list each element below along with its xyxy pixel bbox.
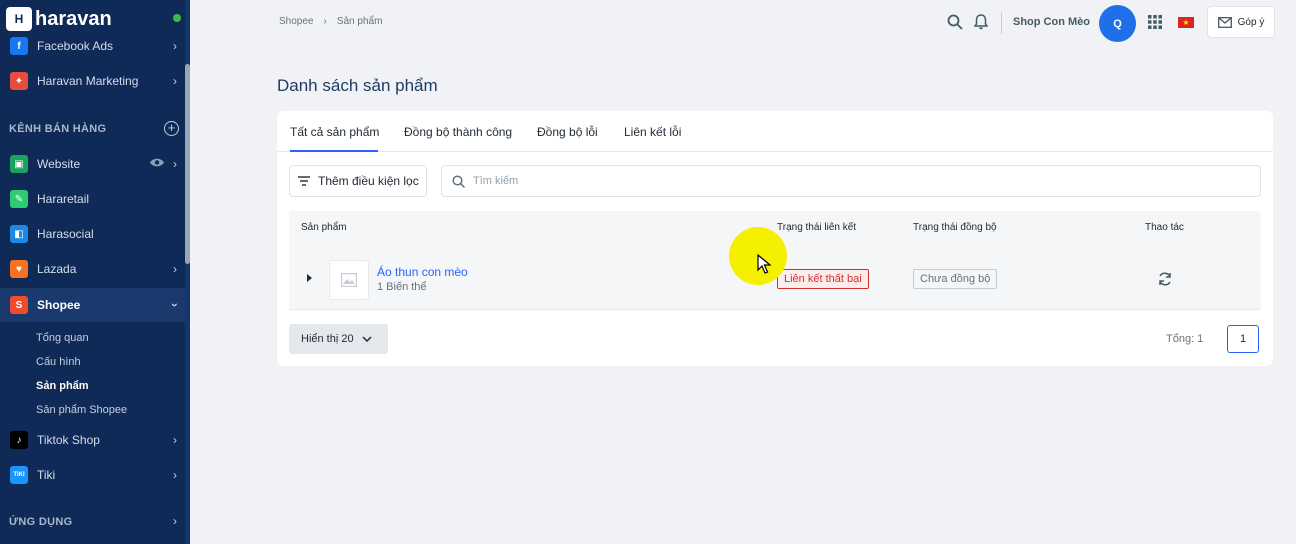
sync-status-badge: Chưa đồng bộ bbox=[913, 269, 998, 289]
search-input[interactable]: Tìm kiếm bbox=[441, 165, 1261, 197]
chevron-right-icon: › bbox=[173, 39, 177, 53]
hararetail-icon: ✎ bbox=[10, 190, 28, 208]
chevron-right-icon[interactable]: › bbox=[173, 514, 177, 528]
feedback-label: Góp ý bbox=[1237, 16, 1265, 28]
breadcrumb-current: Sản phẩm bbox=[336, 16, 383, 27]
chevron-right-icon: › bbox=[173, 433, 177, 447]
search-icon[interactable] bbox=[947, 14, 963, 30]
product-variant-count: 1 Biến thể bbox=[377, 281, 427, 293]
bell-icon[interactable] bbox=[974, 14, 988, 30]
column-header-product: Sản phẩm bbox=[301, 222, 347, 233]
active-tab-indicator bbox=[290, 150, 378, 152]
brand-name: haravan bbox=[35, 7, 112, 30]
chevron-right-icon: › bbox=[173, 468, 177, 482]
sidebar-subitem-shopee-products[interactable]: Sản phẩm Shopee bbox=[36, 404, 127, 416]
sidebar-subitem-products[interactable]: Sản phẩm bbox=[36, 380, 89, 392]
chevron-down-icon bbox=[362, 336, 372, 342]
website-icon: ▣ bbox=[10, 155, 28, 173]
tab-all-products[interactable]: Tất cả sản phẩm bbox=[290, 125, 379, 139]
section-apps: ỨNG DỤNG bbox=[9, 516, 73, 528]
per-page-label: Hiển thị 20 bbox=[301, 333, 354, 345]
sidebar-subitem-config[interactable]: Cấu hình bbox=[36, 356, 81, 368]
eye-icon[interactable] bbox=[149, 157, 165, 168]
search-placeholder: Tìm kiếm bbox=[473, 175, 519, 187]
chevron-down-icon: › bbox=[168, 303, 182, 307]
column-header-actions: Thao tác bbox=[1145, 222, 1184, 233]
sidebar-item-label: Lazada bbox=[37, 262, 77, 276]
sidebar-item-lazada[interactable]: ♥ Lazada › bbox=[0, 252, 185, 286]
sidebar-item-shopee[interactable]: S Shopee › bbox=[0, 288, 185, 322]
breadcrumb-separator: › bbox=[323, 16, 327, 27]
page-button-current[interactable]: 1 bbox=[1227, 325, 1259, 353]
marketing-icon: ✦ bbox=[10, 72, 28, 90]
avatar[interactable]: Q bbox=[1099, 5, 1136, 42]
sidebar-item-website[interactable]: ▣ Website › bbox=[0, 147, 185, 181]
feedback-button[interactable]: Góp ý bbox=[1207, 6, 1275, 38]
section-sales-channels: KÊNH BÁN HÀNG bbox=[9, 123, 107, 135]
lazada-icon: ♥ bbox=[10, 260, 28, 278]
link-status-badge: Liên kết thất bại bbox=[777, 269, 869, 289]
sidebar-item-label: Tiki bbox=[37, 468, 56, 482]
sidebar-item-tiktok-shop[interactable]: ♪ Tiktok Shop › bbox=[0, 423, 185, 457]
sidebar-scroll-thumb[interactable] bbox=[185, 64, 190, 264]
breadcrumb: Shopee › Sản phẩm bbox=[279, 16, 382, 27]
facebook-icon: f bbox=[10, 37, 28, 55]
sidebar-item-label: Facebook Ads bbox=[37, 39, 114, 53]
sidebar-item-label: Website bbox=[37, 157, 81, 171]
tab-link-error[interactable]: Liên kết lỗi bbox=[624, 125, 681, 139]
tab-bar: Tất cả sản phẩm Đồng bộ thành công Đồng … bbox=[277, 111, 1273, 152]
topbar-divider bbox=[1001, 12, 1002, 34]
image-placeholder-icon bbox=[341, 273, 357, 287]
apps-grid-icon[interactable] bbox=[1148, 15, 1162, 29]
mail-icon bbox=[1217, 16, 1232, 28]
haravan-logo-icon: H bbox=[6, 7, 32, 31]
online-status-dot bbox=[173, 14, 181, 22]
total-count: Tổng: 1 bbox=[1166, 333, 1204, 345]
sidebar-item-tiki[interactable]: TIKI Tiki › bbox=[0, 458, 185, 492]
sidebar-item-label: Haravan Marketing bbox=[37, 74, 139, 88]
search-icon bbox=[452, 174, 465, 188]
tiktok-icon: ♪ bbox=[10, 431, 28, 449]
expand-row-icon[interactable] bbox=[307, 274, 312, 282]
vietnam-flag-icon[interactable]: ★ bbox=[1178, 17, 1194, 28]
sync-icon[interactable] bbox=[1157, 271, 1173, 287]
sidebar-subitem-overview[interactable]: Tổng quan bbox=[36, 332, 89, 344]
sidebar-item-label: Shopee bbox=[37, 298, 81, 312]
breadcrumb-parent[interactable]: Shopee bbox=[279, 16, 313, 27]
per-page-select[interactable]: Hiển thị 20 bbox=[289, 324, 388, 354]
harasocial-icon: ◧ bbox=[10, 225, 28, 243]
sidebar-item-facebook-ads[interactable]: f Facebook Ads › bbox=[0, 29, 185, 63]
add-filter-label: Thêm điều kiện lọc bbox=[318, 174, 419, 188]
sidebar-item-label: Harasocial bbox=[37, 227, 94, 241]
sidebar-item-haravan-marketing[interactable]: ✦ Haravan Marketing › bbox=[0, 64, 185, 98]
add-channel-icon[interactable]: + bbox=[164, 121, 179, 136]
shop-name[interactable]: Shop Con Mèo bbox=[1013, 16, 1090, 28]
sidebar-item-label: Hararetail bbox=[37, 192, 90, 206]
product-name-link[interactable]: Áo thun con mèo bbox=[377, 265, 468, 279]
add-filter-button[interactable]: Thêm điều kiện lọc bbox=[289, 165, 427, 197]
chevron-right-icon: › bbox=[173, 262, 177, 276]
shopee-icon: S bbox=[10, 296, 28, 314]
tiki-icon: TIKI bbox=[10, 466, 28, 484]
filter-icon bbox=[298, 176, 310, 186]
mouse-cursor-icon bbox=[757, 254, 771, 274]
sidebar: H haravan f Facebook Ads › ✦ Haravan Mar… bbox=[0, 0, 190, 544]
tab-sync-error[interactable]: Đồng bộ lỗi bbox=[537, 125, 598, 139]
sidebar-item-label: Tiktok Shop bbox=[37, 433, 100, 447]
chevron-right-icon: › bbox=[173, 157, 177, 171]
product-thumbnail bbox=[329, 260, 369, 300]
tab-sync-success[interactable]: Đồng bộ thành công bbox=[404, 125, 512, 139]
page-title: Danh sách sản phẩm bbox=[277, 76, 438, 95]
sidebar-item-harasocial[interactable]: ◧ Harasocial bbox=[0, 217, 185, 251]
column-header-link-status: Trạng thái liên kết bbox=[777, 222, 857, 233]
column-header-sync-status: Trạng thái đồng bộ bbox=[913, 222, 997, 233]
chevron-right-icon: › bbox=[173, 74, 177, 88]
sidebar-item-hararetail[interactable]: ✎ Hararetail bbox=[0, 182, 185, 216]
